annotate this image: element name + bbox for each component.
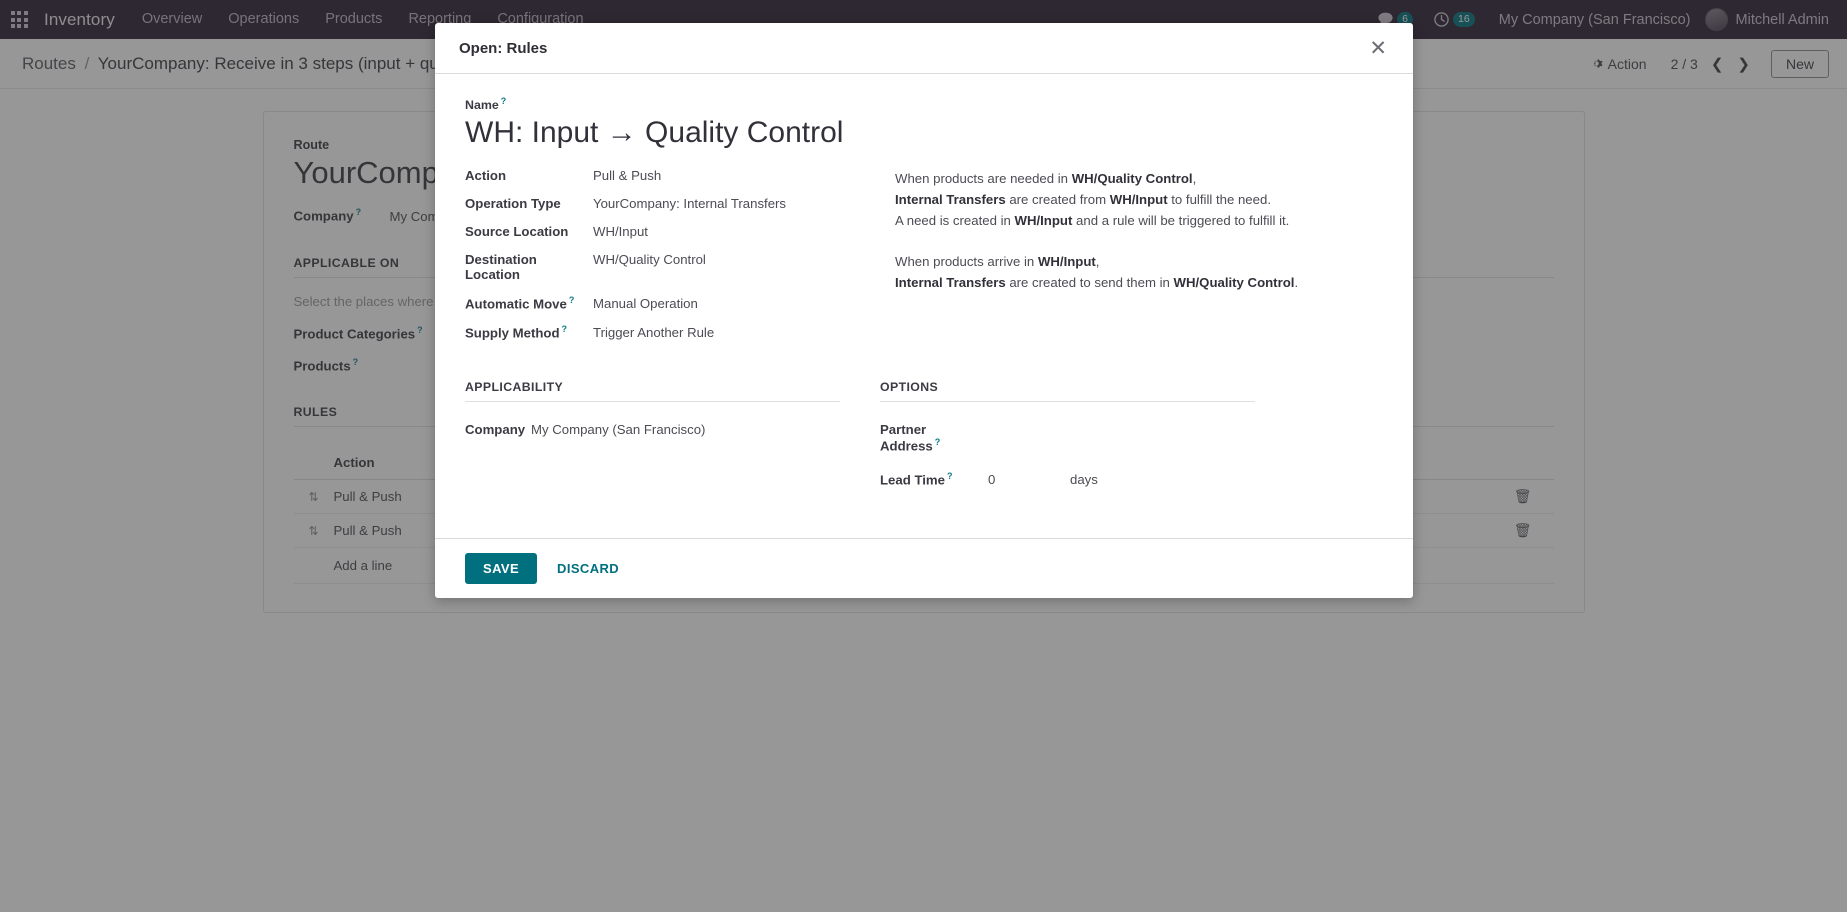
dialog-left-column: Action Pull & Push Operation Type YourCo… [465,168,895,354]
action-field-value[interactable]: Pull & Push [593,168,661,183]
save-button[interactable]: SAVE [465,553,538,585]
lead-time-row: Lead Time? 0 days [880,471,1255,487]
partner-address-label: Partner Address? [880,422,988,453]
dialog-header: Open: Rules ✕ [435,23,1413,74]
applicability-company-label: Company [465,422,526,438]
destination-location-field-value[interactable]: WH/Quality Control [593,252,706,267]
help-icon[interactable]: ? [501,96,507,106]
field-row-action: Action Pull & Push [465,168,895,183]
description-line: When products are needed in WH/Quality C… [895,170,1197,186]
dialog-title: Open: Rules [459,39,548,57]
help-icon[interactable]: ? [562,324,568,334]
automatic-move-label-text: Automatic Move [465,296,567,312]
lead-time-unit: days [1070,472,1098,488]
action-field-label: Action [465,167,507,183]
description-line: When products arrive in WH/Input, [895,253,1100,269]
automatic-move-field-label: Automatic Move? [465,295,593,311]
applicability-company-row: Company My Company (San Francisco) [465,422,840,437]
applicability-section: APPLICABILITY Company My Company (San Fr… [465,380,840,504]
supply-method-field-label: Supply Method? [465,324,593,340]
help-icon[interactable]: ? [569,295,575,305]
description-block-1: When products are needed in WH/Quality C… [895,168,1383,232]
field-row-destination-location: Destination Location WH/Quality Control [465,252,895,282]
automatic-move-field-value[interactable]: Manual Operation [593,296,698,311]
dialog-columns: Action Pull & Push Operation Type YourCo… [465,168,1383,354]
destination-location-field-label: Destination Location [465,251,537,282]
dialog-body: Name? WH: Input → Quality Control Action… [435,74,1413,538]
applicability-company-value[interactable]: My Company (San Francisco) [531,422,705,437]
supply-method-field-value[interactable]: Trigger Another Rule [593,325,714,340]
dialog-sections: APPLICABILITY Company My Company (San Fr… [465,380,1383,504]
close-icon[interactable]: ✕ [1363,36,1393,61]
field-row-source-location: Source Location WH/Input [465,224,895,239]
description-line: A need is created in WH/Input and a rule… [895,213,1290,229]
partner-address-label-text: Partner Address [880,422,933,454]
description-line: Internal Transfers are created to send t… [895,275,1299,291]
rules-dialog: Open: Rules ✕ Name? WH: Input → Quality … [435,23,1413,599]
rule-description-panel: When products are needed in WH/Quality C… [895,168,1383,354]
source-location-field-label: Source Location [465,223,569,239]
field-row-supply-method: Supply Method? Trigger Another Rule [465,324,895,340]
discard-button[interactable]: DISCARD [545,553,631,584]
lead-time-label: Lead Time? [880,471,988,487]
source-location-field-value[interactable]: WH/Input [593,224,648,239]
partner-address-row: Partner Address? [880,422,1255,453]
dialog-footer: SAVE DISCARD [435,538,1413,598]
field-row-automatic-move: Automatic Move? Manual Operation [465,295,895,311]
description-block-2: When products arrive in WH/Input, Interna… [895,251,1383,294]
description-line: Internal Transfers are created from WH/I… [895,192,1271,207]
options-section: OPTIONS Partner Address? Lead Time? 0 da… [880,380,1255,504]
help-icon[interactable]: ? [947,471,953,481]
name-field-label: Name? [465,96,1383,112]
lead-time-label-text: Lead Time [880,472,945,488]
lead-time-value[interactable]: 0 [988,472,1070,487]
options-section-title: OPTIONS [880,380,1255,403]
rule-name-value[interactable]: WH: Input → Quality Control [465,114,1383,152]
operation-type-field-label: Operation Type [465,195,561,211]
description-gap [895,232,1383,251]
applicability-section-title: APPLICABILITY [465,380,840,403]
operation-type-field-value[interactable]: YourCompany: Internal Transfers [593,196,786,211]
field-row-operation-type: Operation Type YourCompany: Internal Tra… [465,196,895,211]
help-icon[interactable]: ? [935,437,941,447]
name-label-text: Name [465,98,499,113]
supply-method-label-text: Supply Method [465,325,560,341]
